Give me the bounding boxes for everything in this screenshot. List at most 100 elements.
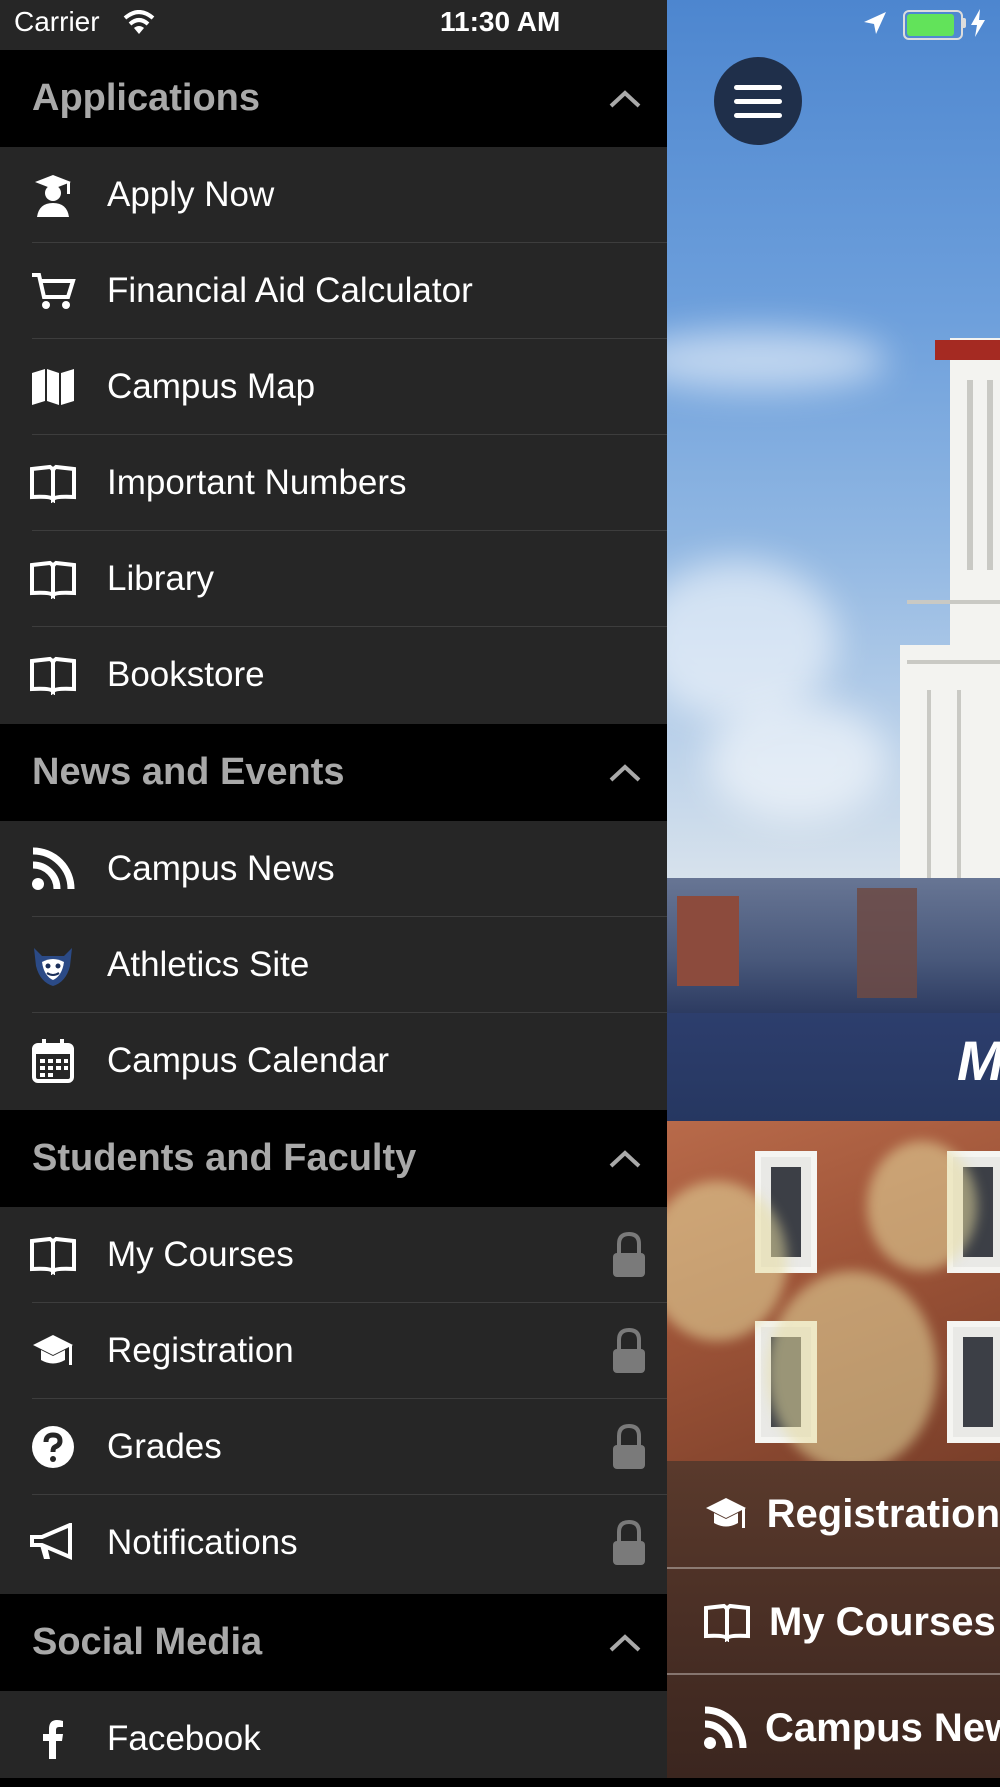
- facebook-icon: [30, 1716, 76, 1762]
- menu-item-label: Library: [107, 559, 214, 598]
- menu-item-label: Campus Map: [107, 367, 316, 406]
- menu-item-label: Grades: [107, 1427, 222, 1466]
- section-title: Social Media: [32, 1621, 263, 1663]
- menu-item-label: Facebook: [107, 1719, 261, 1758]
- section-header-applications[interactable]: Applications: [0, 50, 667, 147]
- tree: [867, 1141, 977, 1271]
- menu-item-apply-now[interactable]: Apply Now: [0, 147, 667, 243]
- tower-base: [900, 645, 1000, 878]
- tower-column: [987, 380, 993, 570]
- cloud: [707, 700, 887, 820]
- menu-item-label: Registration: [107, 1331, 294, 1370]
- tower-siding: [927, 690, 931, 878]
- battery-icon: [903, 10, 963, 40]
- navigation-drawer: Applications Apply Now Financial Aid Cal…: [0, 0, 667, 1778]
- book-icon: [703, 1598, 751, 1646]
- menu-item-label: Apply Now: [107, 175, 275, 214]
- menu-item-label: Financial Aid Calculator: [107, 271, 473, 310]
- chevron-up-icon[interactable]: [605, 1623, 645, 1663]
- menu-item-campus-map[interactable]: Campus Map: [0, 339, 667, 435]
- quick-link-campus-news[interactable]: Campus New: [667, 1673, 1000, 1778]
- lock-icon: [611, 1423, 647, 1471]
- charging-bolt-icon: [969, 8, 987, 43]
- book-icon: [30, 652, 76, 698]
- menu-item-athletics-site[interactable]: Athletics Site: [0, 917, 667, 1013]
- hamburger-line: [734, 84, 782, 90]
- graduation-cap-icon: [703, 1490, 749, 1538]
- menu-item-campus-calendar[interactable]: Campus Calendar: [0, 1013, 667, 1109]
- lock-icon: [611, 1231, 647, 1279]
- menu-item-library[interactable]: Library: [0, 531, 667, 627]
- tower-ledge: [907, 600, 1000, 604]
- menu-item-label: Campus Calendar: [107, 1041, 390, 1080]
- menu-item-campus-news[interactable]: Campus News: [0, 821, 667, 917]
- quick-link-registration[interactable]: Registration: [667, 1461, 1000, 1567]
- book-icon: [30, 556, 76, 602]
- rss-icon: [30, 846, 76, 892]
- tower-column: [967, 380, 973, 570]
- banner-strip: [667, 1013, 1000, 1121]
- graduation-cap-icon: [30, 1328, 76, 1374]
- megaphone-icon: [30, 1520, 76, 1566]
- lock-icon: [611, 1327, 647, 1375]
- section-header-students-and-faculty[interactable]: Students and Faculty: [0, 1110, 667, 1207]
- book-icon: [30, 1232, 76, 1278]
- question-circle-icon: [30, 1424, 76, 1470]
- menu-item-important-numbers[interactable]: Important Numbers: [0, 435, 667, 531]
- section-title: Students and Faculty: [32, 1137, 417, 1179]
- cloud: [667, 330, 887, 390]
- location-arrow-icon: [862, 10, 888, 41]
- section-header-news-and-events[interactable]: News and Events: [0, 724, 667, 821]
- mascot-logo-icon: [30, 942, 76, 988]
- menu-item-label: Notifications: [107, 1523, 298, 1562]
- menu-item-label: My Courses: [107, 1235, 294, 1274]
- quick-link-my-courses[interactable]: My Courses: [667, 1567, 1000, 1675]
- menu-item-bookstore[interactable]: Bookstore: [0, 627, 667, 723]
- map-icon: [30, 364, 76, 410]
- battery-nub: [962, 18, 966, 28]
- chevron-up-icon[interactable]: [605, 1139, 645, 1179]
- menu-item-registration[interactable]: Registration: [0, 1303, 667, 1399]
- hamburger-line: [734, 98, 782, 104]
- status-bar: Carrier 11:30 AM: [0, 0, 1000, 50]
- section-title: News and Events: [32, 751, 345, 793]
- section-title: Applications: [32, 77, 261, 119]
- home-background: M Registration My Courses Campus New: [667, 0, 1000, 1778]
- status-time: 11:30 AM: [440, 6, 561, 37]
- wifi-icon: [122, 10, 156, 41]
- tower-ledge: [907, 660, 1000, 664]
- menu-item-label: Campus News: [107, 849, 335, 888]
- tower-roof-trim: [935, 340, 1000, 360]
- quick-link-label: My Courses: [769, 1599, 996, 1644]
- carrier-label: Carrier: [14, 6, 100, 37]
- menu-item-notifications[interactable]: Notifications: [0, 1495, 667, 1591]
- book-icon: [30, 460, 76, 506]
- cart-icon: [30, 268, 76, 314]
- tree: [767, 1271, 937, 1471]
- banner-chimney: [857, 888, 917, 998]
- tower-siding: [957, 690, 961, 878]
- menu-item-label: Important Numbers: [107, 463, 407, 502]
- hamburger-line: [734, 112, 782, 118]
- menu-item-grades[interactable]: Grades: [0, 1399, 667, 1495]
- quick-link-label: Campus New: [765, 1705, 1000, 1750]
- chevron-up-icon[interactable]: [605, 79, 645, 119]
- quick-link-label: Registration: [766, 1491, 1000, 1536]
- rss-icon: [703, 1704, 747, 1752]
- section-header-social-media[interactable]: Social Media: [0, 1594, 667, 1691]
- menu-item-facebook[interactable]: Facebook: [0, 1691, 667, 1787]
- chevron-up-icon[interactable]: [605, 753, 645, 793]
- menu-item-label: Bookstore: [107, 655, 265, 694]
- menu-item-financial-aid-calculator[interactable]: Financial Aid Calculator: [0, 243, 667, 339]
- menu-item-my-courses[interactable]: My Courses: [0, 1207, 667, 1303]
- banner-text: M: [957, 1029, 1000, 1092]
- menu-item-label: Athletics Site: [107, 945, 310, 984]
- lock-icon: [611, 1519, 647, 1567]
- hamburger-menu-button[interactable]: [714, 57, 802, 145]
- cloud: [667, 560, 837, 720]
- brick-building: [667, 1121, 1000, 1471]
- building-window: [947, 1321, 1000, 1443]
- graduate-user-icon: [30, 172, 76, 218]
- home-banner: M: [667, 878, 1000, 1121]
- calendar-icon: [30, 1038, 76, 1084]
